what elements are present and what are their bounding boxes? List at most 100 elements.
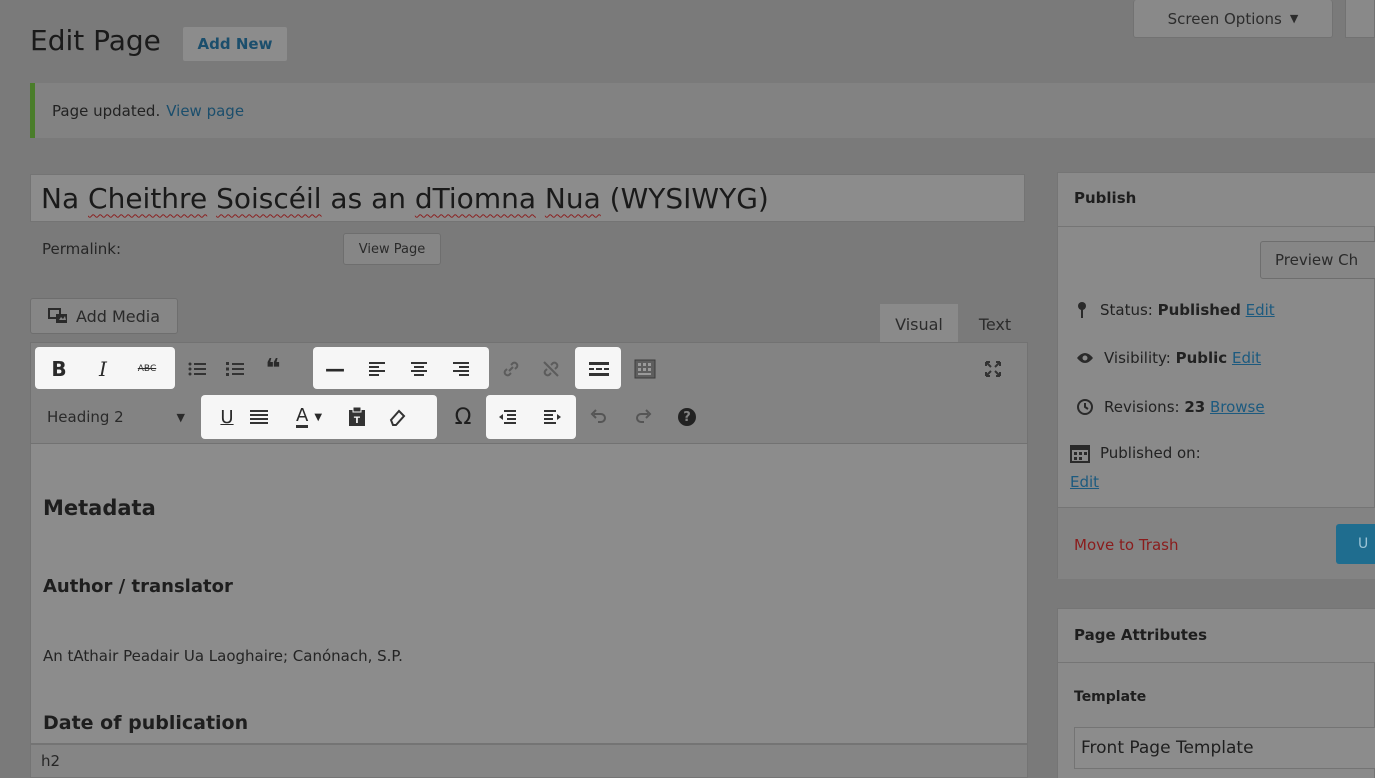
browse-revisions-link[interactable]: Browse	[1210, 398, 1265, 416]
title-word: as an	[321, 181, 415, 215]
text-color-button[interactable]: A ▼	[283, 401, 335, 433]
title-word	[207, 182, 216, 215]
visibility-label: Visibility:	[1104, 349, 1176, 367]
keyboard-icon	[634, 359, 656, 379]
add-new-button[interactable]: Add New	[183, 27, 287, 61]
move-to-trash-link[interactable]: Move to Trash	[1074, 536, 1178, 554]
page-attributes-title: Page Attributes	[1058, 609, 1375, 663]
svg-text:T: T	[354, 416, 361, 426]
editor-toolbar: B I ABC ❝ — Heading 2 ▼ U A ▼ T Ω ?	[30, 342, 1028, 444]
undo-button[interactable]	[583, 401, 615, 433]
update-button[interactable]: U	[1336, 524, 1375, 564]
special-character-button[interactable]: Ω	[445, 401, 481, 433]
decrease-indent-button[interactable]	[491, 401, 523, 433]
edit-visibility-link[interactable]: Edit	[1232, 349, 1261, 367]
unlink-icon	[543, 361, 559, 377]
revisions-label: Revisions:	[1104, 398, 1185, 416]
numbered-list-button[interactable]	[219, 353, 251, 385]
eye-icon	[1077, 353, 1093, 363]
caret-down-icon: ▼	[176, 410, 185, 424]
update-notice: Page updated. View page	[30, 83, 1375, 138]
toolbar-toggle-button[interactable]	[629, 353, 661, 385]
edit-status-link[interactable]: Edit	[1246, 301, 1275, 319]
status-value: Published	[1157, 301, 1241, 319]
element-path: h2	[30, 744, 1028, 778]
edit-publish-date-link[interactable]: Edit	[1070, 473, 1099, 491]
title-input[interactable]: Na Cheithre Soiscéil as an dTiomna Nua (…	[30, 174, 1025, 222]
publish-actions: Move to Trash U	[1058, 507, 1375, 579]
blockquote-button[interactable]: ❝	[257, 353, 289, 385]
revisions-row: Revisions: 23 Browse	[1076, 398, 1265, 416]
title-word-misspelled: Nua	[544, 181, 601, 215]
publish-box: Publish Preview Ch Status: Published Edi…	[1057, 172, 1375, 579]
increase-indent-button[interactable]	[537, 401, 569, 433]
fullscreen-button[interactable]	[977, 353, 1009, 385]
template-select[interactable]: Front Page Template	[1074, 727, 1375, 769]
notice-text: Page updated.	[52, 101, 161, 120]
justify-button[interactable]	[243, 401, 275, 433]
title-word: Na	[41, 181, 89, 215]
read-more-button[interactable]	[583, 353, 615, 385]
insert-link-button[interactable]	[495, 353, 527, 385]
screen-options-button[interactable]: Screen Options ▼	[1133, 0, 1333, 38]
view-page-button[interactable]: View Page	[343, 233, 441, 265]
align-left-button[interactable]	[361, 353, 393, 385]
bold-button[interactable]: B	[43, 353, 75, 385]
underline-button[interactable]: U	[211, 401, 243, 433]
content-paragraph: An tAthair Peadair Ua Laoghaire; Canónac…	[43, 647, 403, 665]
title-word-misspelled: Cheithre	[88, 181, 208, 215]
calendar-icon	[1070, 445, 1090, 463]
status-label: Status:	[1100, 301, 1158, 319]
tab-visual[interactable]: Visual	[880, 304, 958, 344]
pin-icon	[1078, 302, 1086, 318]
bullet-list-icon	[188, 362, 206, 376]
content-heading: Date of publication	[43, 712, 249, 734]
redo-button[interactable]	[627, 401, 659, 433]
italic-button[interactable]: I	[87, 353, 119, 385]
caret-down-icon: ▼	[1289, 12, 1299, 25]
title-word-misspelled: Soiscéil	[216, 181, 322, 215]
clipboard-icon: T	[349, 407, 365, 426]
strikethrough-button[interactable]: ABC	[131, 353, 163, 385]
eraser-icon	[389, 409, 406, 426]
add-media-label: Add Media	[75, 306, 161, 326]
published-on-label: Published on:	[1100, 444, 1201, 462]
redo-icon	[636, 409, 652, 423]
revisions-value: 23	[1184, 398, 1206, 416]
content-heading: Metadata	[43, 496, 156, 520]
read-more-icon	[589, 362, 609, 376]
title-word	[536, 182, 545, 215]
undo-icon	[590, 409, 606, 423]
preview-changes-button[interactable]: Preview Ch	[1260, 241, 1375, 279]
bullet-list-button[interactable]	[181, 353, 213, 385]
format-select[interactable]: Heading 2 ▼	[41, 401, 191, 433]
screen-options-label: Screen Options	[1167, 9, 1282, 28]
align-right-button[interactable]	[445, 353, 477, 385]
caret-down-icon: ▼	[314, 411, 323, 423]
remove-link-button[interactable]	[535, 353, 567, 385]
title-word: (WYSIWYG)	[600, 181, 769, 215]
publish-box-title: Publish	[1058, 173, 1375, 227]
view-page-link[interactable]: View page	[166, 102, 244, 120]
visibility-row: Visibility: Public Edit	[1076, 349, 1261, 367]
page-attributes-box: Page Attributes Template Front Page Temp…	[1057, 608, 1375, 778]
horizontal-line-button[interactable]: —	[319, 353, 351, 385]
permalink-label: Permalink:	[42, 240, 122, 258]
align-center-button[interactable]	[403, 353, 435, 385]
tab-text[interactable]: Text	[962, 304, 1028, 344]
editor-content[interactable]: Metadata Author / translator An tAthair …	[30, 444, 1028, 744]
paste-as-text-button[interactable]: T	[341, 401, 373, 433]
media-icon	[47, 308, 67, 323]
add-media-button[interactable]: Add Media	[30, 298, 178, 334]
status-row: Status: Published Edit	[1076, 301, 1275, 319]
content-heading: Author / translator	[43, 576, 233, 597]
title-word-misspelled: dTiomna	[414, 181, 536, 215]
keyboard-shortcuts-button[interactable]: ?	[671, 401, 703, 433]
history-icon	[1077, 399, 1093, 415]
help-tab[interactable]	[1345, 0, 1375, 38]
indent-icon	[544, 410, 561, 424]
align-left-icon	[369, 362, 385, 376]
text-color-icon: A	[295, 404, 309, 428]
clear-formatting-button[interactable]	[381, 401, 413, 433]
page-title: Edit Page	[30, 24, 161, 57]
